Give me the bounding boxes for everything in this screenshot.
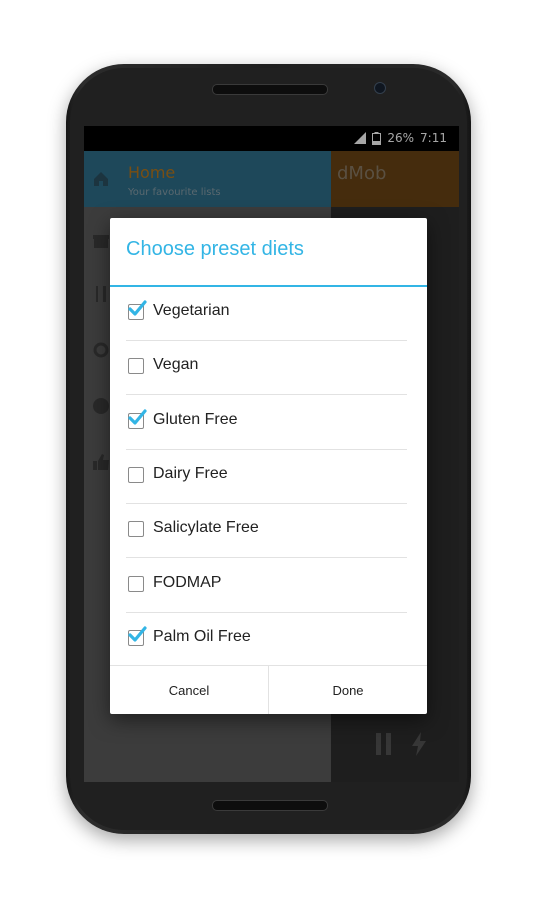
checkmark-icon — [128, 408, 147, 425]
diet-option-row[interactable]: FODMAP — [110, 559, 427, 613]
diet-option-label: Palm Oil Free — [153, 627, 251, 645]
checkmark-icon — [128, 626, 147, 642]
checkbox-unchecked[interactable] — [128, 466, 144, 483]
diet-option-row[interactable]: Dairy Free — [110, 450, 427, 504]
diet-option-label: Salicylate Free — [153, 519, 259, 537]
diet-option-label: Gluten Free — [153, 410, 238, 428]
dialog-button-bar: Cancel Done — [110, 665, 427, 714]
diet-option-label: Vegan — [153, 356, 199, 374]
preset-diets-dialog: Choose preset diets Vegetarian Vegan Glute… — [110, 218, 427, 714]
diet-option-label: FODMAP — [153, 573, 222, 591]
diet-option-label: Vegetarian — [153, 302, 230, 319]
checkbox-unchecked[interactable] — [128, 358, 144, 375]
top-speaker-grille — [212, 84, 328, 95]
bottom-speaker-grille — [212, 800, 328, 811]
diet-option-label: Dairy Free — [153, 464, 228, 482]
front-camera — [374, 82, 386, 94]
diet-option-row[interactable]: Gluten Free — [110, 396, 427, 450]
done-button[interactable]: Done — [269, 666, 427, 714]
diet-option-row[interactable]: Vegetarian — [110, 287, 427, 341]
checkbox-unchecked[interactable] — [128, 521, 144, 538]
diet-option-row[interactable]: Palm Oil Free — [110, 613, 427, 667]
checkmark-icon — [128, 300, 147, 316]
diet-option-row[interactable]: Salicylate Free — [110, 504, 427, 559]
diet-option-row[interactable]: Vegan — [110, 341, 427, 396]
cancel-button[interactable]: Cancel — [110, 666, 268, 714]
checkbox-unchecked[interactable] — [128, 575, 144, 592]
dialog-title: Choose preset diets — [126, 238, 304, 260]
